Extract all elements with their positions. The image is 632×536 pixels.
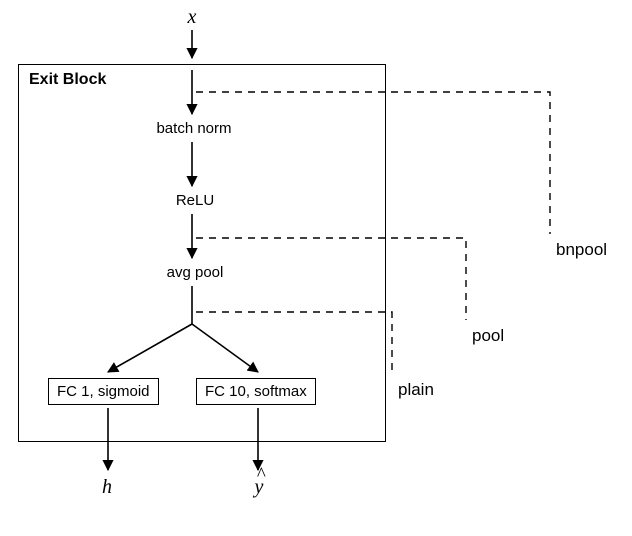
node-relu: ReLU	[170, 192, 220, 209]
exit-block-title: Exit Block	[29, 71, 106, 89]
node-batch-norm: batch norm	[148, 120, 240, 137]
node-fc1-sigmoid: FC 1, sigmoid	[48, 378, 159, 405]
variant-plain-label: plain	[398, 380, 434, 400]
input-label: x	[182, 6, 202, 29]
output-h: h	[97, 476, 117, 499]
node-avg-pool: avg pool	[160, 264, 230, 281]
output-yhat: y	[249, 476, 269, 499]
node-fc10-softmax: FC 10, softmax	[196, 378, 316, 405]
diagram-canvas: Exit Block x batch norm ReLU avg pool FC…	[0, 0, 632, 536]
variant-pool-label: pool	[472, 326, 504, 346]
variant-bnpool-label: bnpool	[556, 240, 607, 260]
